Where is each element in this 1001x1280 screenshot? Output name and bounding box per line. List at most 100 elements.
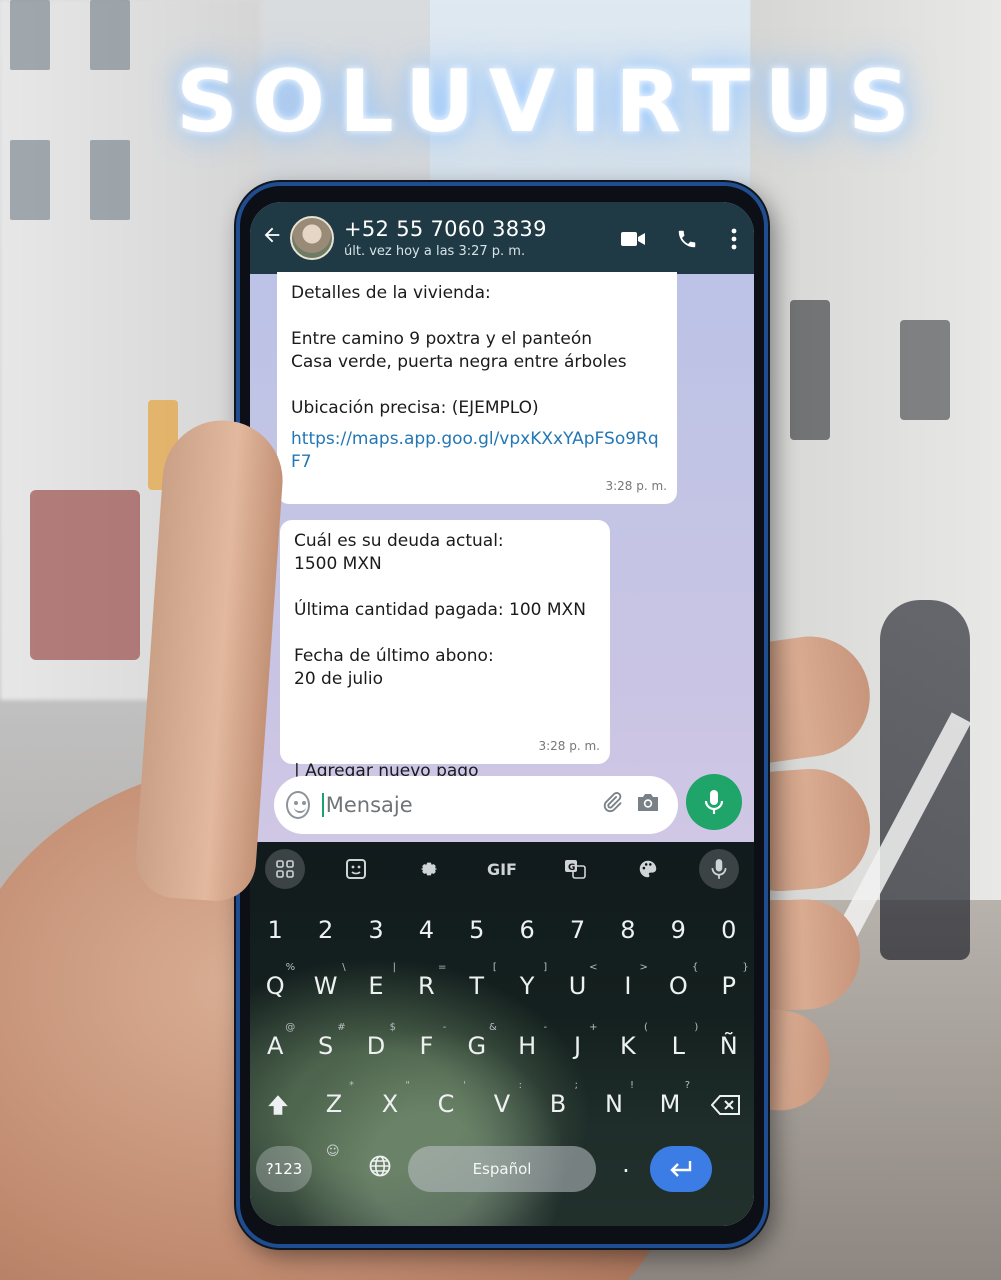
last-seen-status: últ. vez hoy a las 3:27 p. m.: [344, 244, 526, 259]
key[interactable]: 7: [556, 910, 600, 950]
grid-icon[interactable]: [264, 849, 305, 889]
contact-name: +52 55 7060 3839: [344, 217, 547, 241]
chat-screen: +52 55 7060 3839 últ. vez hoy a las 3:27…: [250, 202, 754, 1226]
key[interactable]: I >: [606, 962, 650, 1006]
key[interactable]: V:: [480, 1080, 524, 1124]
chat-header: +52 55 7060 3839 últ. vez hoy a las 3:27…: [250, 202, 754, 274]
window: [90, 140, 130, 220]
symbols-key[interactable]: ?123: [256, 1146, 312, 1192]
settings-icon[interactable]: [407, 849, 451, 889]
svg-text:G: G: [568, 863, 575, 873]
key[interactable]: 1: [253, 910, 297, 950]
key[interactable]: C ': [424, 1080, 468, 1124]
message-bubble[interactable]: Detalles de la vivienda: Entre camino 9 …: [277, 272, 677, 504]
emoji-small-icon[interactable]: ☺: [326, 1144, 340, 1159]
key[interactable]: 6: [505, 910, 549, 950]
key-label: P: [721, 972, 736, 1000]
contact-info[interactable]: +52 55 7060 3839 últ. vez hoy a las 3:27…: [344, 217, 606, 259]
key[interactable]: Q%: [253, 962, 297, 1006]
key[interactable]: Y]: [505, 962, 549, 1006]
phone-icon[interactable]: [660, 224, 714, 252]
key[interactable]: 3: [354, 910, 398, 950]
enter-icon: [670, 1161, 692, 1177]
voice-input-icon[interactable]: [699, 849, 740, 889]
keyboard-bottom-row: ?123 ☺ Español .: [250, 1142, 754, 1198]
message-time: 3:28 p. m.: [538, 739, 600, 753]
backspace-key[interactable]: [704, 1084, 748, 1124]
globe-icon[interactable]: [360, 1152, 400, 1192]
key[interactable]: O{: [656, 962, 700, 1006]
key[interactable]: K(: [606, 1022, 650, 1066]
key[interactable]: 8: [606, 910, 650, 950]
key[interactable]: T[: [455, 962, 499, 1006]
enter-key[interactable]: [650, 1146, 712, 1192]
key[interactable]: 5: [455, 910, 499, 950]
more-vert-icon[interactable]: [714, 224, 754, 252]
back-arrow-icon[interactable]: [254, 224, 290, 252]
key[interactable]: H-: [505, 1022, 549, 1066]
key[interactable]: P}: [707, 962, 751, 1006]
key-label: N: [605, 1090, 623, 1118]
key[interactable]: D $: [354, 1022, 398, 1066]
key[interactable]: F-: [404, 1022, 448, 1066]
space-bar[interactable]: Español: [408, 1146, 596, 1192]
attach-icon[interactable]: [594, 790, 630, 820]
window: [10, 0, 50, 70]
avatar[interactable]: [290, 216, 334, 260]
key[interactable]: R =: [404, 962, 448, 1006]
sticker-icon[interactable]: [334, 849, 378, 889]
message-bubble[interactable]: Cuál es su deuda actual: 1500 MXN Última…: [280, 520, 610, 781]
window: [90, 0, 130, 70]
key-label: V: [493, 1090, 511, 1118]
key[interactable]: L): [656, 1022, 700, 1066]
translate-icon[interactable]: G: [553, 849, 597, 889]
key-hint: &: [488, 1022, 497, 1033]
key[interactable]: U <: [556, 962, 600, 1006]
key-label: Z: [325, 1090, 343, 1118]
gif-button[interactable]: GIF: [480, 849, 524, 889]
key-label: D: [366, 1032, 386, 1060]
key-label: L: [671, 1032, 685, 1060]
key[interactable]: 0: [707, 910, 751, 950]
key[interactable]: N!: [592, 1080, 636, 1124]
key-label: X: [381, 1090, 399, 1118]
key-label: I: [624, 972, 632, 1000]
key[interactable]: W \: [304, 962, 348, 1006]
camera-icon[interactable]: [630, 791, 666, 819]
key[interactable]: J +: [556, 1022, 600, 1066]
key-hint: =: [437, 962, 447, 973]
key-label: U: [568, 972, 587, 1000]
key[interactable]: 9: [656, 910, 700, 950]
smartphone: +52 55 7060 3839 últ. vez hoy a las 3:27…: [236, 182, 768, 1248]
key-hint: $: [389, 1022, 396, 1033]
map-link[interactable]: https://maps.app.goo.gl/vpxKXxYApFSo9RqF…: [291, 428, 663, 474]
traffic-light: [790, 300, 830, 440]
message-input[interactable]: [321, 793, 594, 817]
period-key[interactable]: .: [614, 1150, 638, 1178]
mic-button[interactable]: [686, 774, 742, 830]
key-hint: |: [392, 962, 396, 973]
key-label: B: [549, 1090, 567, 1118]
bottom-letter-row: Z * X " C ' V: B; N! M?: [250, 1080, 754, 1124]
key[interactable]: 2: [304, 910, 348, 950]
key[interactable]: B;: [536, 1080, 580, 1124]
key-hint: \: [342, 962, 346, 973]
key-hint: ;: [574, 1080, 578, 1091]
keyboard: GIF G 1 2 3 4 5 6 7 8 9 0 Q % W \ E | R …: [250, 842, 754, 1226]
key[interactable]: A @: [253, 1022, 297, 1066]
key[interactable]: E |: [354, 962, 398, 1006]
video-call-icon[interactable]: [606, 224, 660, 252]
key[interactable]: S #: [304, 1022, 348, 1066]
key[interactable]: G &: [455, 1022, 499, 1066]
key[interactable]: Ñ: [707, 1026, 751, 1066]
key-label: H: [518, 1032, 537, 1060]
key-label: T: [469, 972, 485, 1000]
key[interactable]: M?: [648, 1080, 692, 1124]
key[interactable]: Z *: [312, 1080, 356, 1124]
message-text: Detalles de la vivienda: Entre camino 9 …: [291, 283, 627, 418]
key[interactable]: 4: [404, 910, 448, 950]
shift-key[interactable]: [256, 1084, 300, 1124]
palette-icon[interactable]: [626, 849, 670, 889]
emoji-icon[interactable]: [286, 791, 310, 819]
key[interactable]: X ": [368, 1080, 412, 1124]
